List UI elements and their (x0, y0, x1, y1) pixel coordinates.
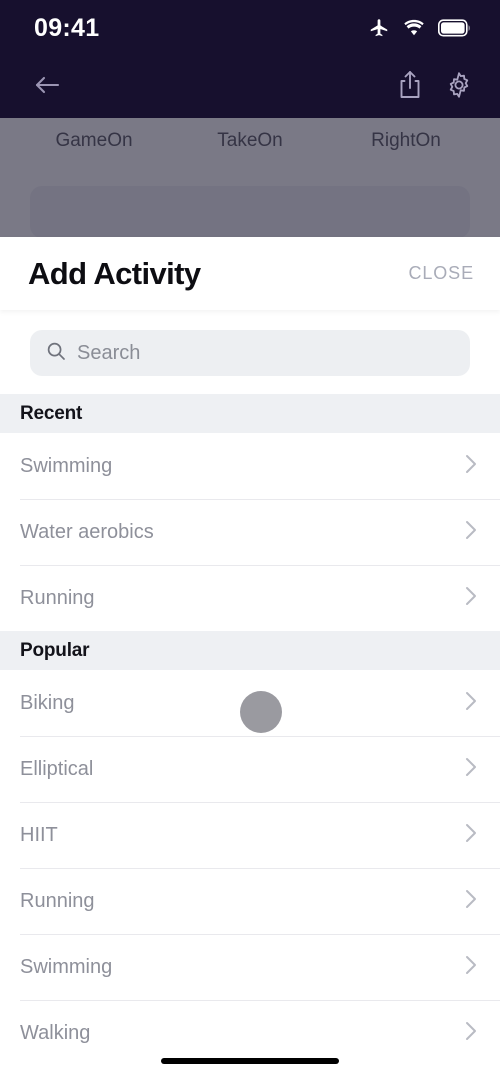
phone-screen: 09:41 Add Activity CLOSE Search Recent S… (0, 0, 500, 1080)
add-activity-sheet: Add Activity CLOSE Search Recent Swimmin… (0, 237, 500, 1080)
list-item-label: Biking (20, 691, 75, 714)
battery-icon (438, 19, 472, 37)
list-item-label: Swimming (20, 955, 113, 978)
chevron-right-icon (464, 1020, 478, 1047)
nav-actions (396, 69, 474, 106)
close-button[interactable]: CLOSE (408, 263, 474, 284)
list-item-label: Water aerobics (20, 520, 154, 543)
chevron-right-icon (464, 888, 478, 915)
list-item[interactable]: Swimming (0, 433, 500, 499)
list-item[interactable]: Water aerobics (0, 499, 500, 565)
section-header-popular: Popular (0, 631, 500, 670)
list-item[interactable]: Walking (0, 1000, 500, 1066)
search-icon (46, 341, 66, 366)
share-button[interactable] (396, 69, 424, 106)
wifi-icon (402, 18, 426, 38)
chevron-right-icon (464, 954, 478, 981)
chevron-right-icon (464, 822, 478, 849)
list-item-label: HIIT (20, 823, 58, 846)
search-input[interactable]: Search (30, 330, 470, 376)
settings-button[interactable] (444, 70, 474, 105)
page-title: Add Activity (28, 255, 201, 291)
list-item-label: Elliptical (20, 757, 94, 780)
status-bar: 09:41 (0, 0, 500, 56)
chevron-right-icon (464, 690, 478, 717)
chevron-right-icon (464, 453, 478, 480)
airplane-mode-icon (368, 17, 390, 39)
chevron-right-icon (464, 519, 478, 546)
search-placeholder: Search (77, 341, 141, 364)
list-item[interactable]: Running (0, 868, 500, 934)
list-item-label: Running (20, 889, 95, 912)
arrow-left-icon (30, 71, 64, 104)
status-time: 09:41 (34, 13, 100, 42)
search-container: Search (0, 310, 500, 394)
list-item-label: Walking (20, 1021, 91, 1044)
modal-scrim-overlay[interactable] (0, 118, 500, 248)
share-icon (396, 69, 424, 106)
navigation-bar (0, 56, 500, 118)
list-item[interactable]: HIIT (0, 802, 500, 868)
section-header-recent: Recent (0, 394, 500, 433)
chevron-right-icon (464, 756, 478, 783)
touch-cursor-indicator (240, 691, 282, 733)
home-indicator (161, 1058, 339, 1064)
gear-icon (444, 70, 474, 105)
list-item[interactable]: Elliptical (0, 736, 500, 802)
list-item[interactable]: Swimming (0, 934, 500, 1000)
status-icon-group (368, 17, 472, 39)
chevron-right-icon (464, 585, 478, 612)
back-button[interactable] (30, 71, 64, 104)
list-item-label: Swimming (20, 454, 113, 477)
sheet-header: Add Activity CLOSE (0, 237, 500, 310)
list-item-label: Running (20, 586, 95, 609)
list-item[interactable]: Running (0, 565, 500, 631)
